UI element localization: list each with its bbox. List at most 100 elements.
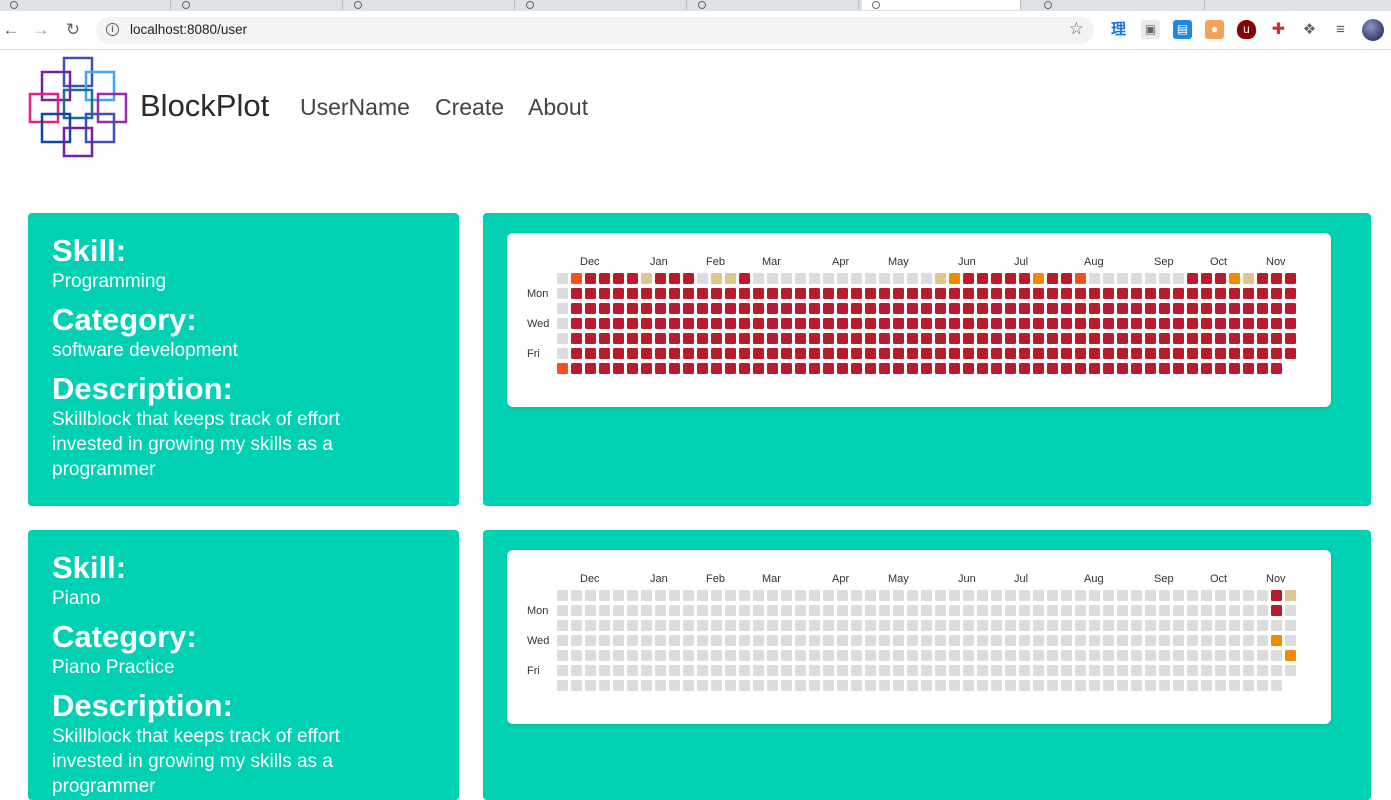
heatmap-cell[interactable] [641, 680, 652, 691]
heatmap-cell[interactable] [1089, 303, 1100, 314]
heatmap-cell[interactable] [753, 635, 764, 646]
heatmap-cell[interactable] [1271, 665, 1282, 676]
heatmap-cell[interactable] [907, 273, 918, 284]
heatmap-cell[interactable] [557, 273, 568, 284]
heatmap-cell[interactable] [963, 318, 974, 329]
heatmap-cell[interactable] [697, 665, 708, 676]
heatmap-cell[interactable] [557, 605, 568, 616]
site-info-icon[interactable]: i [106, 23, 119, 36]
heatmap-cell[interactable] [1187, 680, 1198, 691]
heatmap-cell[interactable] [1117, 620, 1128, 631]
heatmap-cell[interactable] [865, 665, 876, 676]
heatmap-cell[interactable] [1005, 318, 1016, 329]
heatmap-cell[interactable] [1145, 665, 1156, 676]
heatmap-cell[interactable] [627, 333, 638, 344]
heatmap-cell[interactable] [1061, 318, 1072, 329]
heatmap-cell[interactable] [697, 318, 708, 329]
heatmap-cell[interactable] [1103, 680, 1114, 691]
heatmap-cell[interactable] [1019, 665, 1030, 676]
heatmap-cell[interactable] [1047, 303, 1058, 314]
heatmap-cell[interactable] [697, 333, 708, 344]
nav-link-create[interactable]: Create [435, 94, 504, 121]
heatmap-cell[interactable] [1271, 635, 1282, 646]
heatmap-cell[interactable] [1075, 318, 1086, 329]
heatmap-cell[interactable] [1215, 665, 1226, 676]
heatmap-cell[interactable] [781, 288, 792, 299]
heatmap-cell[interactable] [1229, 273, 1240, 284]
heatmap-cell[interactable] [1145, 318, 1156, 329]
heatmap-cell[interactable] [753, 650, 764, 661]
heatmap-cell[interactable] [1257, 635, 1268, 646]
heatmap-cell[interactable] [683, 273, 694, 284]
heatmap-cell[interactable] [627, 318, 638, 329]
heatmap-cell[interactable] [1187, 273, 1198, 284]
heatmap-cell[interactable] [725, 620, 736, 631]
heatmap-cell[interactable] [571, 635, 582, 646]
browser-tab[interactable] [344, 0, 515, 10]
heatmap-cell[interactable] [571, 348, 582, 359]
heatmap-cell[interactable] [823, 318, 834, 329]
heatmap-cell[interactable] [837, 680, 848, 691]
heatmap-cell[interactable] [935, 333, 946, 344]
heatmap-cell[interactable] [921, 348, 932, 359]
heatmap-cell[interactable] [809, 590, 820, 601]
heatmap-cell[interactable] [823, 620, 834, 631]
nav-link-username[interactable]: UserName [300, 94, 410, 121]
bookmark-star-icon[interactable]: ☆ [1069, 19, 1084, 39]
heatmap-cell[interactable] [879, 635, 890, 646]
heatmap-cell[interactable] [1285, 348, 1296, 359]
heatmap-cell[interactable] [851, 348, 862, 359]
heatmap-cell[interactable] [809, 635, 820, 646]
heatmap-cell[interactable] [697, 348, 708, 359]
heatmap-cell[interactable] [1159, 605, 1170, 616]
heatmap-cell[interactable] [739, 303, 750, 314]
heatmap-cell[interactable] [1215, 363, 1226, 374]
heatmap-cell[interactable] [809, 333, 820, 344]
heatmap-cell[interactable] [1201, 680, 1212, 691]
back-arrow-icon[interactable]: ← [0, 19, 22, 41]
heatmap-cell[interactable] [977, 680, 988, 691]
heatmap-cell[interactable] [781, 665, 792, 676]
heatmap-cell[interactable] [725, 303, 736, 314]
heatmap-cell[interactable] [725, 680, 736, 691]
heatmap-cell[interactable] [1103, 273, 1114, 284]
heatmap-cell[interactable] [585, 590, 596, 601]
heatmap-cell[interactable] [725, 363, 736, 374]
heatmap-cell[interactable] [907, 635, 918, 646]
heatmap-cell[interactable] [767, 318, 778, 329]
heatmap-cell[interactable] [781, 333, 792, 344]
heatmap-cell[interactable] [1257, 665, 1268, 676]
heatmap-cell[interactable] [949, 620, 960, 631]
heatmap-cell[interactable] [1145, 363, 1156, 374]
heatmap-cell[interactable] [711, 348, 722, 359]
heatmap-cell[interactable] [921, 303, 932, 314]
heatmap-cell[interactable] [1201, 635, 1212, 646]
heatmap-cell[interactable] [1257, 318, 1268, 329]
heatmap-cell[interactable] [1187, 348, 1198, 359]
heatmap-cell[interactable] [823, 650, 834, 661]
heatmap-cell[interactable] [1033, 665, 1044, 676]
heatmap-cell[interactable] [557, 635, 568, 646]
heatmap-cell[interactable] [627, 348, 638, 359]
heatmap-cell[interactable] [1061, 303, 1072, 314]
heatmap-cell[interactable] [1117, 318, 1128, 329]
brand-name[interactable]: BlockPlot [140, 88, 269, 124]
heatmap-cell[interactable] [1243, 590, 1254, 601]
heatmap-cell[interactable] [935, 348, 946, 359]
heatmap-cell[interactable] [557, 665, 568, 676]
heatmap-cell[interactable] [1047, 273, 1058, 284]
heatmap-cell[interactable] [669, 620, 680, 631]
heatmap-cell[interactable] [753, 318, 764, 329]
heatmap-cell[interactable] [1173, 590, 1184, 601]
heatmap-cell[interactable] [711, 333, 722, 344]
heatmap-cell[interactable] [921, 665, 932, 676]
heatmap-cell[interactable] [809, 273, 820, 284]
heatmap-cell[interactable] [935, 303, 946, 314]
heatmap-cell[interactable] [1103, 605, 1114, 616]
heatmap-cell[interactable] [809, 303, 820, 314]
heatmap-cell[interactable] [1019, 348, 1030, 359]
heatmap-cell[interactable] [949, 333, 960, 344]
heatmap-cell[interactable] [1005, 620, 1016, 631]
heatmap-cell[interactable] [739, 665, 750, 676]
heatmap-cell[interactable] [613, 363, 624, 374]
